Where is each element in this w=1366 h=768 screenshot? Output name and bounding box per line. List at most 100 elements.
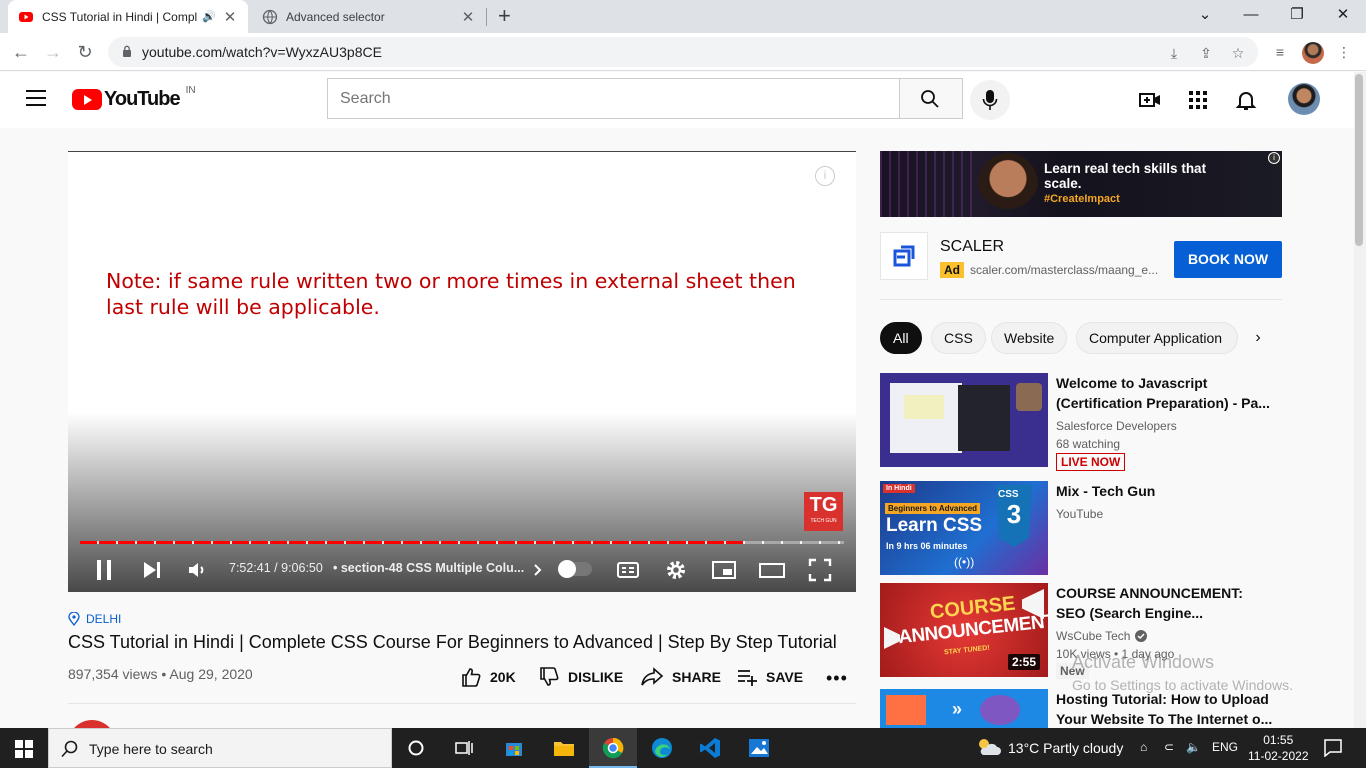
thumb-line-3: STAY TUNED! xyxy=(943,644,991,657)
tab-css-tutorial[interactable]: CSS Tutorial in Hindi | Compl 🔊 ✕ xyxy=(8,0,248,33)
browser-profile-avatar[interactable] xyxy=(1302,42,1324,64)
recommendation-channel-row[interactable]: WsCube Tech xyxy=(1056,629,1148,643)
ad-card[interactable]: SCALER Ad scaler.com/masterclass/maang_e… xyxy=(880,232,1282,284)
speaker-icon[interactable]: 🔈 xyxy=(1186,740,1201,754)
more-actions-icon[interactable]: ••• xyxy=(826,668,848,689)
browser-menu-icon[interactable]: ⋮ xyxy=(1334,42,1354,62)
fullscreen-icon[interactable] xyxy=(806,556,834,584)
install-app-icon[interactable]: ⤓ xyxy=(1166,45,1182,61)
dislike-label: DISLIKE xyxy=(568,669,624,685)
windows-start-icon[interactable] xyxy=(15,740,33,758)
recommendation-channel[interactable]: YouTube xyxy=(1056,507,1103,521)
like-button[interactable]: 20K xyxy=(460,666,516,688)
apps-grid-icon[interactable] xyxy=(1186,88,1210,112)
chip-css[interactable]: CSS xyxy=(931,322,986,354)
url-text[interactable]: youtube.com/watch?v=WyxzAU3p8CE xyxy=(142,44,382,60)
share-button[interactable]: SHARE xyxy=(640,666,721,688)
address-bar[interactable]: youtube.com/watch?v=WyxzAU3p8CE ⤓ ⇪ ☆ xyxy=(108,37,1258,67)
search-input[interactable] xyxy=(328,79,899,118)
channel-watermark[interactable]: TG TECH GUN xyxy=(804,492,843,531)
search-icon xyxy=(921,90,939,108)
recommendation-title[interactable]: Welcome to Javascript (Certification Pre… xyxy=(1056,373,1276,413)
photos-app-button[interactable] xyxy=(735,728,783,768)
close-tab-icon[interactable]: ✕ xyxy=(460,8,476,26)
thumb-main: Learn CSS xyxy=(886,515,983,536)
recommendation-channel: WsCube Tech xyxy=(1056,629,1131,643)
chips-next-chevron-icon[interactable]: › xyxy=(1248,328,1268,348)
back-button[interactable]: ← xyxy=(8,39,34,65)
restore-button[interactable]: ❐ xyxy=(1274,0,1320,30)
theater-mode-icon[interactable] xyxy=(758,556,786,584)
info-icon[interactable]: i xyxy=(815,166,835,186)
reload-button[interactable]: ↻ xyxy=(72,39,98,65)
cortana-button[interactable] xyxy=(392,728,440,768)
account-avatar[interactable] xyxy=(1288,83,1320,115)
vscode-app-button[interactable] xyxy=(686,728,734,768)
autoplay-toggle[interactable] xyxy=(558,560,592,578)
voice-search-button[interactable] xyxy=(970,80,1010,120)
thumbnail-hosting-tutorial[interactable]: » xyxy=(880,689,1048,728)
chapter-title[interactable]: • section-48 CSS Multiple Colu... xyxy=(333,561,524,575)
thumbnail-css-course[interactable]: In Hindi Beginners to Advanced Learn CSS… xyxy=(880,481,1048,575)
share-page-icon[interactable]: ⇪ xyxy=(1198,45,1214,61)
chip-website[interactable]: Website xyxy=(991,322,1068,354)
youtube-logo[interactable]: YouTube IN xyxy=(72,85,196,111)
ad-banner-person xyxy=(978,153,1038,217)
bookmark-star-icon[interactable]: ☆ xyxy=(1230,45,1246,61)
recommendation-title[interactable]: COURSE ANNOUNCEMENT: SEO (Search Engine.… xyxy=(1056,583,1276,623)
guide-menu-icon[interactable] xyxy=(26,90,46,106)
recommendation-item[interactable]: Welcome to Javascript (Certification Pre… xyxy=(880,373,1282,471)
weather-text[interactable]: 13°C Partly cloudy xyxy=(1008,740,1123,756)
network-icon[interactable]: ⌂ xyxy=(1140,740,1147,754)
input-language[interactable]: ENG xyxy=(1212,740,1238,754)
chrome-app-button[interactable] xyxy=(589,728,637,768)
location-link[interactable]: DELHI xyxy=(68,612,121,626)
reading-list-icon[interactable]: ≡ xyxy=(1270,42,1290,62)
tab-search-chevron-icon[interactable]: ⌄ xyxy=(1182,0,1228,30)
dislike-button[interactable]: DISLIKE xyxy=(538,666,623,688)
miniplayer-icon[interactable] xyxy=(710,556,738,584)
chip-all[interactable]: All xyxy=(880,322,922,354)
save-button[interactable]: SAVE xyxy=(736,666,803,688)
file-explorer-button[interactable] xyxy=(540,728,588,768)
recommendation-channel[interactable]: Salesforce Developers xyxy=(1056,419,1177,433)
video-player[interactable]: i Note: if same rule written two or more… xyxy=(68,151,856,592)
next-video-icon[interactable] xyxy=(138,556,166,584)
weather-partly-cloudy-icon[interactable] xyxy=(975,736,1001,758)
new-tab-button[interactable]: + xyxy=(498,4,511,28)
recommendation-item[interactable]: In Hindi Beginners to Advanced Learn CSS… xyxy=(880,481,1282,577)
settings-gear-icon[interactable] xyxy=(662,556,690,584)
page-scrollbar-thumb[interactable] xyxy=(1355,74,1363,246)
chip-computer-application[interactable]: Computer Application xyxy=(1076,322,1238,354)
edge-app-button[interactable] xyxy=(638,728,686,768)
chapter-chevron-icon[interactable] xyxy=(526,556,550,584)
browser-tab-bar: CSS Tutorial in Hindi | Compl 🔊 ✕ Advanc… xyxy=(0,0,1366,33)
wifi-icon[interactable]: ⊂ xyxy=(1164,740,1174,754)
subtitles-icon[interactable] xyxy=(614,556,642,584)
book-now-button[interactable]: BOOK NOW xyxy=(1174,241,1282,278)
recommendation-title[interactable]: Hosting Tutorial: How to Upload Your Web… xyxy=(1056,689,1276,728)
task-view-button[interactable] xyxy=(440,728,488,768)
store-app-button[interactable] xyxy=(490,728,538,768)
notification-center-icon[interactable] xyxy=(1324,739,1342,757)
volume-icon[interactable] xyxy=(183,556,211,584)
forward-button[interactable]: → xyxy=(40,39,66,65)
close-window-button[interactable]: ✕ xyxy=(1320,0,1366,30)
search-box[interactable] xyxy=(327,78,900,119)
create-video-icon[interactable] xyxy=(1138,88,1162,112)
ad-info-icon[interactable]: i xyxy=(1268,152,1280,164)
notifications-bell-icon[interactable] xyxy=(1234,88,1258,112)
system-clock[interactable]: 01:55 11-02-2022 xyxy=(1248,732,1309,764)
recommendation-title[interactable]: Mix - Tech Gun xyxy=(1056,481,1276,501)
audio-playing-icon[interactable]: 🔊 xyxy=(202,10,216,23)
close-tab-icon[interactable]: ✕ xyxy=(222,8,238,26)
ad-banner-image[interactable]: Learn real tech skills that scale. #Crea… xyxy=(880,151,1282,217)
search-button[interactable] xyxy=(899,78,963,119)
taskbar-search-box[interactable]: Type here to search xyxy=(48,728,392,768)
recommendation-item[interactable]: » Hosting Tutorial: How to Upload Your W… xyxy=(880,689,1282,728)
tab-advanced-selector[interactable]: Advanced selector ✕ xyxy=(252,0,486,33)
thumbnail-javascript[interactable] xyxy=(880,373,1048,467)
pause-icon[interactable] xyxy=(90,556,118,584)
minimize-button[interactable]: — xyxy=(1228,0,1274,30)
lock-icon[interactable] xyxy=(122,45,132,57)
